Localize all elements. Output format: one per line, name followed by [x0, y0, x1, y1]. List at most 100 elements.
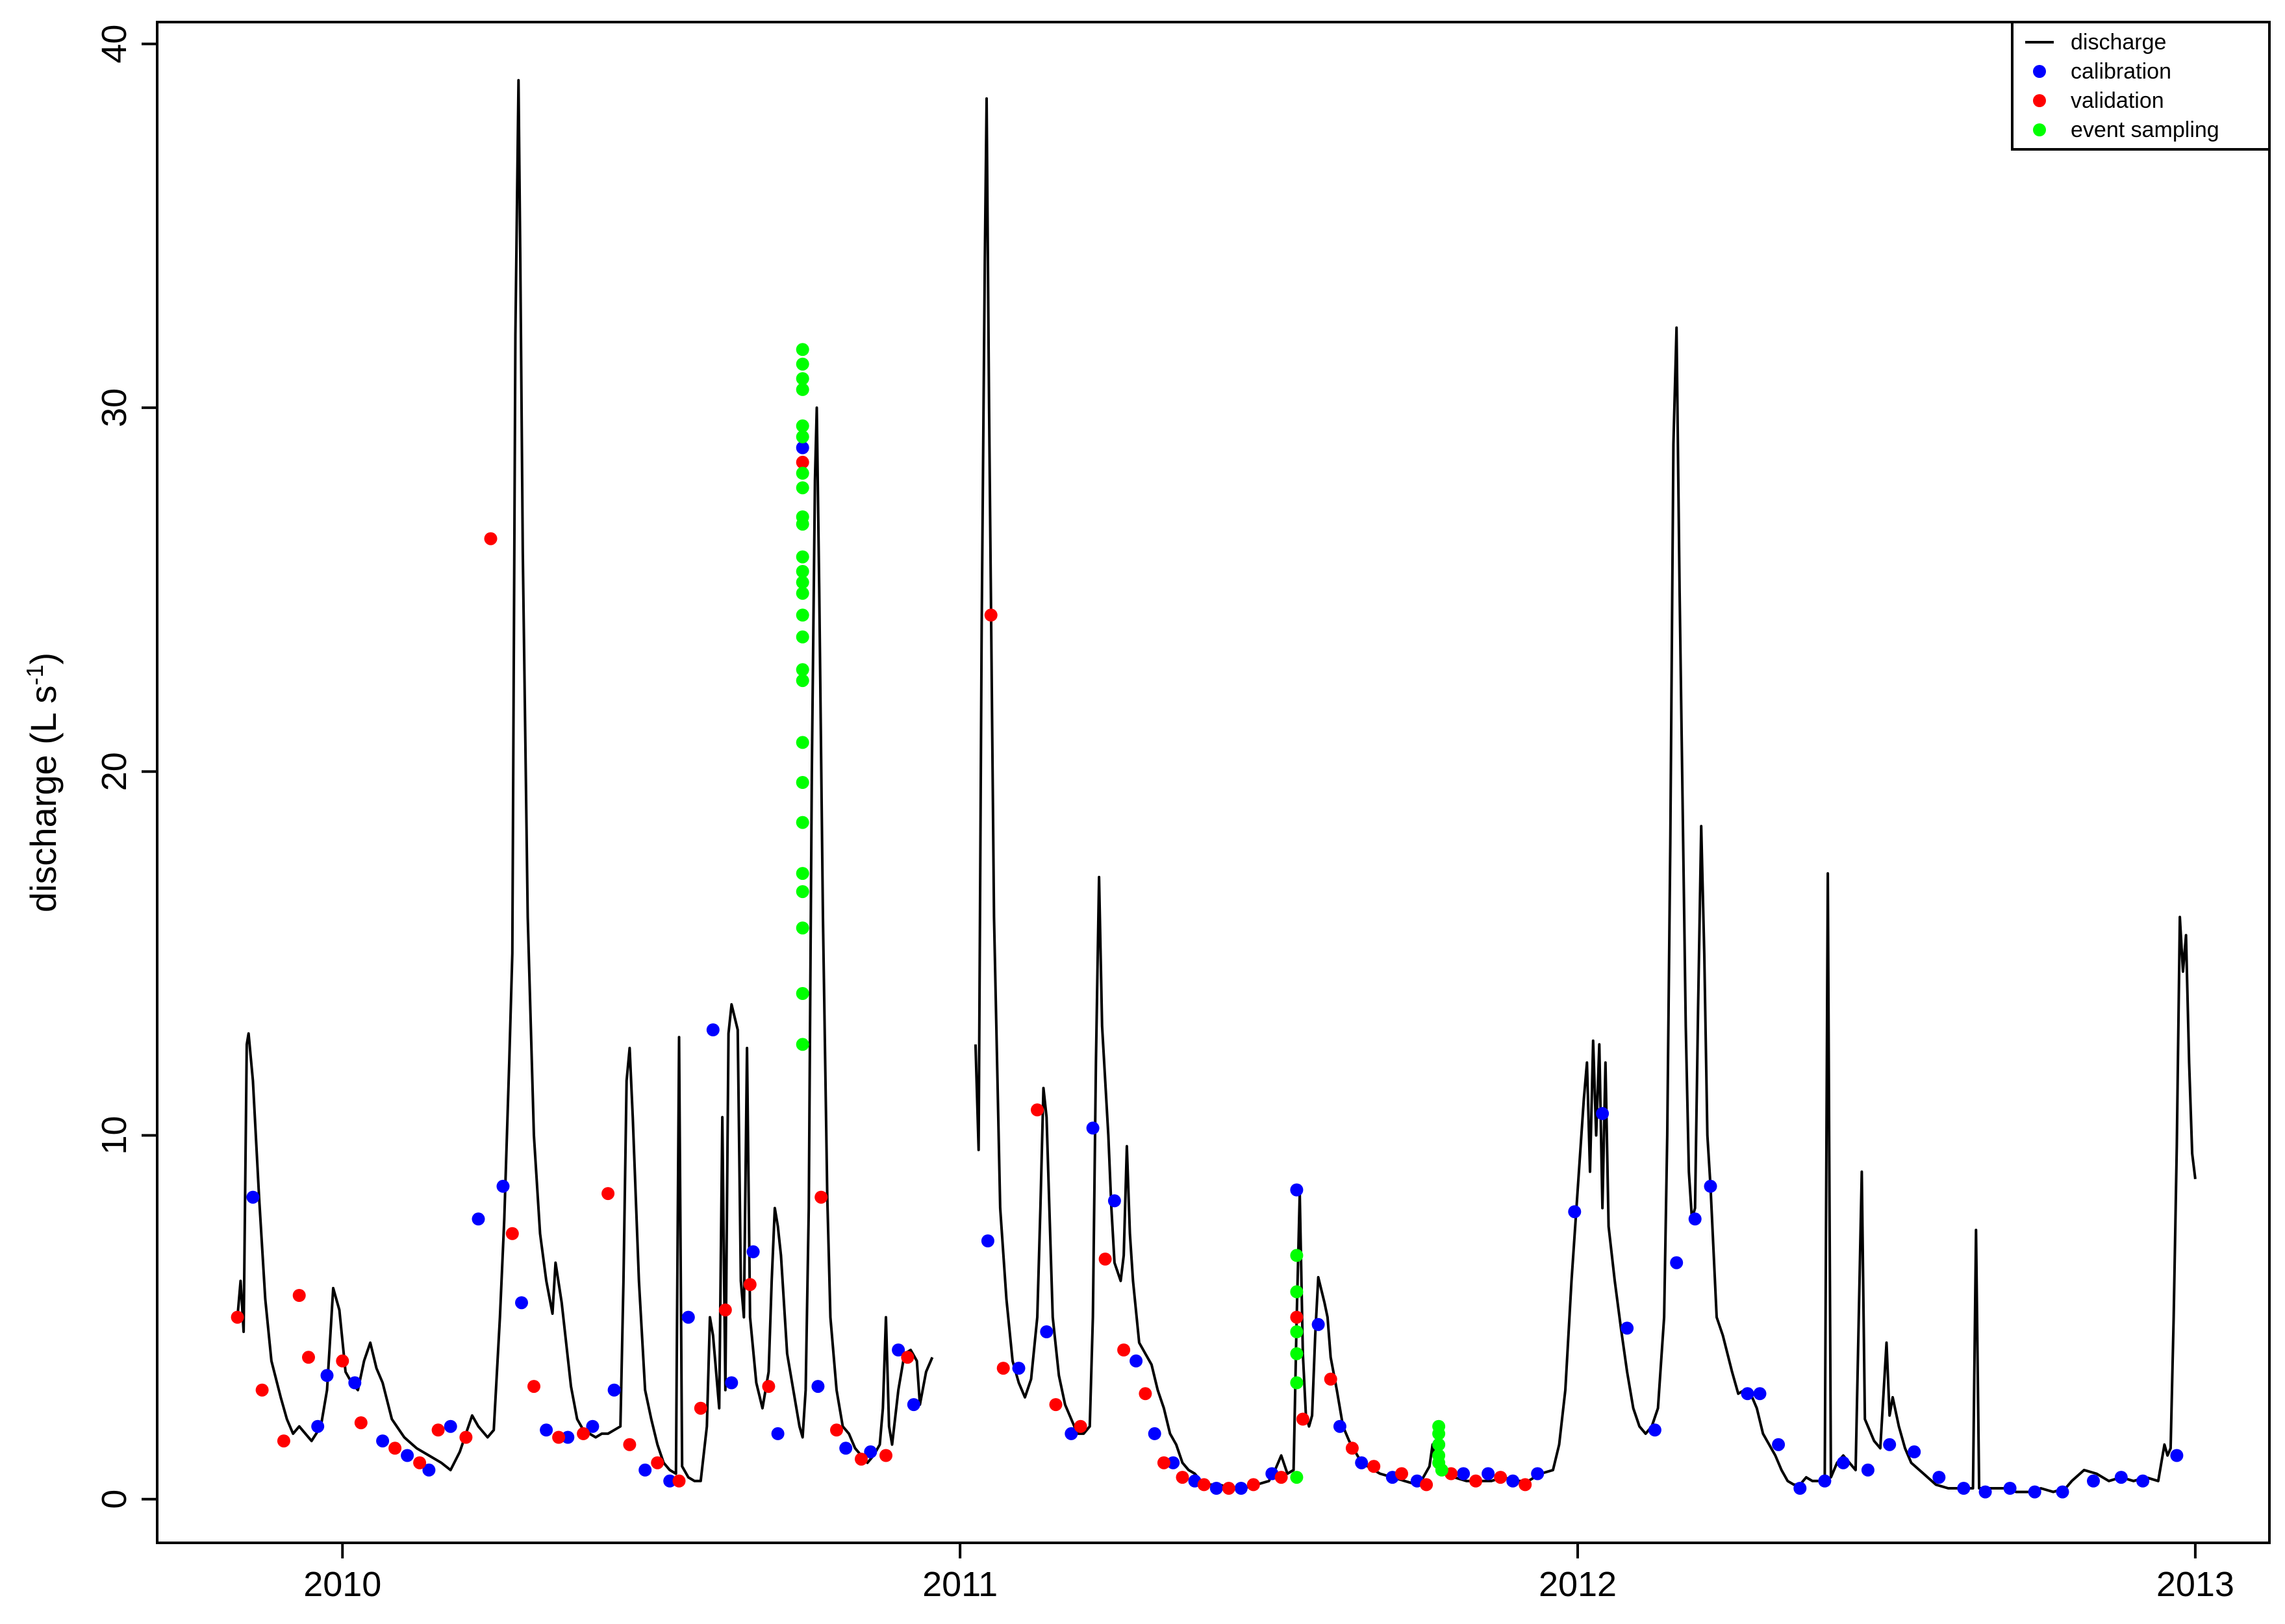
legend-label: event sampling	[2071, 118, 2219, 142]
event-sampling-point	[1435, 1463, 1448, 1477]
calibration-point	[2087, 1474, 2100, 1488]
calibration-point	[1290, 1183, 1304, 1197]
event-sampling-point	[796, 921, 809, 935]
validation-point	[1290, 1310, 1304, 1324]
event-sampling-point	[796, 867, 809, 881]
event-sampling-point	[796, 382, 809, 396]
y-axis-title-close: )	[23, 653, 64, 665]
validation-point	[354, 1416, 368, 1430]
legend-label: calibration	[2071, 59, 2171, 84]
calibration-point	[1704, 1179, 1717, 1193]
event-sampling-point	[796, 357, 809, 371]
calibration-point	[1596, 1106, 1610, 1120]
event-sampling-point	[796, 343, 809, 356]
discharge-chart: 2010 2011 2012 2013 0 10 20 30 40 discharge (L s…	[0, 0, 2285, 1621]
validation-point	[1139, 1387, 1152, 1401]
validation-point	[1157, 1456, 1170, 1469]
event-sampling-point	[796, 776, 809, 789]
event-sampling-point	[796, 608, 809, 622]
calibration-point	[1688, 1212, 1702, 1226]
validation-point	[1296, 1412, 1309, 1426]
validation-point	[255, 1383, 269, 1397]
event-sampling-point	[796, 481, 809, 495]
validation-point	[1197, 1478, 1211, 1492]
calibration-point	[1457, 1467, 1471, 1480]
calibration-point	[2114, 1471, 2128, 1484]
legend-label: validation	[2071, 88, 2164, 113]
calibration-point	[1040, 1325, 1054, 1338]
sample-points	[231, 343, 2184, 1499]
calibration-point	[1621, 1321, 1634, 1335]
chart-canvas: 2010 2011 2012 2013 0 10 20 30 40 discharge (L s…	[21, 21, 2271, 1604]
calibration-point	[401, 1449, 414, 1462]
calibration-point	[1772, 1438, 1786, 1451]
validation-point	[302, 1351, 315, 1364]
calibration-point	[1741, 1387, 1754, 1401]
validation-point	[743, 1278, 757, 1292]
calibration-point	[1482, 1467, 1495, 1480]
discharge-line-segment	[236, 79, 934, 1482]
validation-point	[577, 1427, 590, 1440]
validation-point	[1222, 1482, 1235, 1495]
validation-point	[1176, 1471, 1189, 1484]
y-tick-label: 0	[95, 1490, 134, 1509]
event-sampling-point	[1290, 1249, 1304, 1262]
calibration-point	[2136, 1474, 2150, 1488]
legend: discharge calibration validation event samp…	[2011, 21, 2271, 151]
validation-point	[1345, 1442, 1359, 1455]
calibration-point	[1908, 1445, 1921, 1458]
x-tick-label: 2012	[1539, 1565, 1617, 1604]
validation-point	[459, 1430, 473, 1444]
calibration-point	[2170, 1449, 2184, 1462]
validation-point	[855, 1453, 868, 1466]
calibration-point	[1670, 1256, 1684, 1269]
validation-point	[484, 532, 498, 545]
event-sampling-point	[1290, 1376, 1304, 1390]
event-sampling-point	[796, 1038, 809, 1051]
calibration-point	[607, 1383, 621, 1397]
y-tick-label: 10	[95, 1116, 134, 1155]
validation-point	[292, 1289, 306, 1302]
calibration-point	[472, 1212, 485, 1226]
validation-point	[1098, 1253, 1112, 1266]
axis-ticks: 2010 2011 2012 2013 0 10 20 30 40	[95, 25, 2234, 1604]
validation-point	[601, 1187, 615, 1201]
calibration-point	[1333, 1419, 1346, 1433]
calibration-point	[1506, 1474, 1520, 1488]
x-tick-label: 2011	[922, 1565, 998, 1604]
event-sampling-point	[796, 987, 809, 1000]
event-sampling-point	[796, 550, 809, 564]
calibration-point	[981, 1234, 994, 1247]
validation-point	[277, 1434, 290, 1448]
event-sampling-point	[796, 430, 809, 443]
validation-point	[1324, 1372, 1337, 1386]
event-sampling-point	[796, 518, 809, 531]
validation-point	[505, 1227, 519, 1240]
discharge-line-segment	[974, 97, 2197, 1493]
y-axis-title: discharge (L s-1)	[21, 653, 64, 912]
calibration-point	[1234, 1482, 1248, 1495]
validation-point	[1519, 1478, 1532, 1492]
calibration-point	[1883, 1438, 1897, 1451]
validation-point	[1469, 1474, 1483, 1488]
calibration-point	[540, 1423, 553, 1437]
validation-point	[718, 1303, 732, 1317]
calibration-point	[2003, 1482, 2017, 1495]
calibration-point	[1086, 1121, 1100, 1135]
calibration-point	[1957, 1482, 1971, 1495]
validation-point	[996, 1362, 1010, 1375]
legend-swatch-point	[2033, 123, 2046, 136]
validation-point	[984, 608, 998, 622]
calibration-point	[839, 1442, 853, 1455]
calibration-point	[811, 1380, 825, 1393]
calibration-point	[320, 1369, 334, 1382]
calibration-point	[515, 1296, 528, 1310]
validation-point	[651, 1456, 664, 1469]
calibration-point	[1818, 1474, 1832, 1488]
calibration-point	[1648, 1423, 1661, 1437]
validation-point	[830, 1423, 843, 1437]
event-sampling-point	[1290, 1325, 1304, 1338]
calibration-point	[681, 1310, 695, 1324]
calibration-point	[706, 1023, 720, 1036]
event-sampling-point	[796, 816, 809, 829]
